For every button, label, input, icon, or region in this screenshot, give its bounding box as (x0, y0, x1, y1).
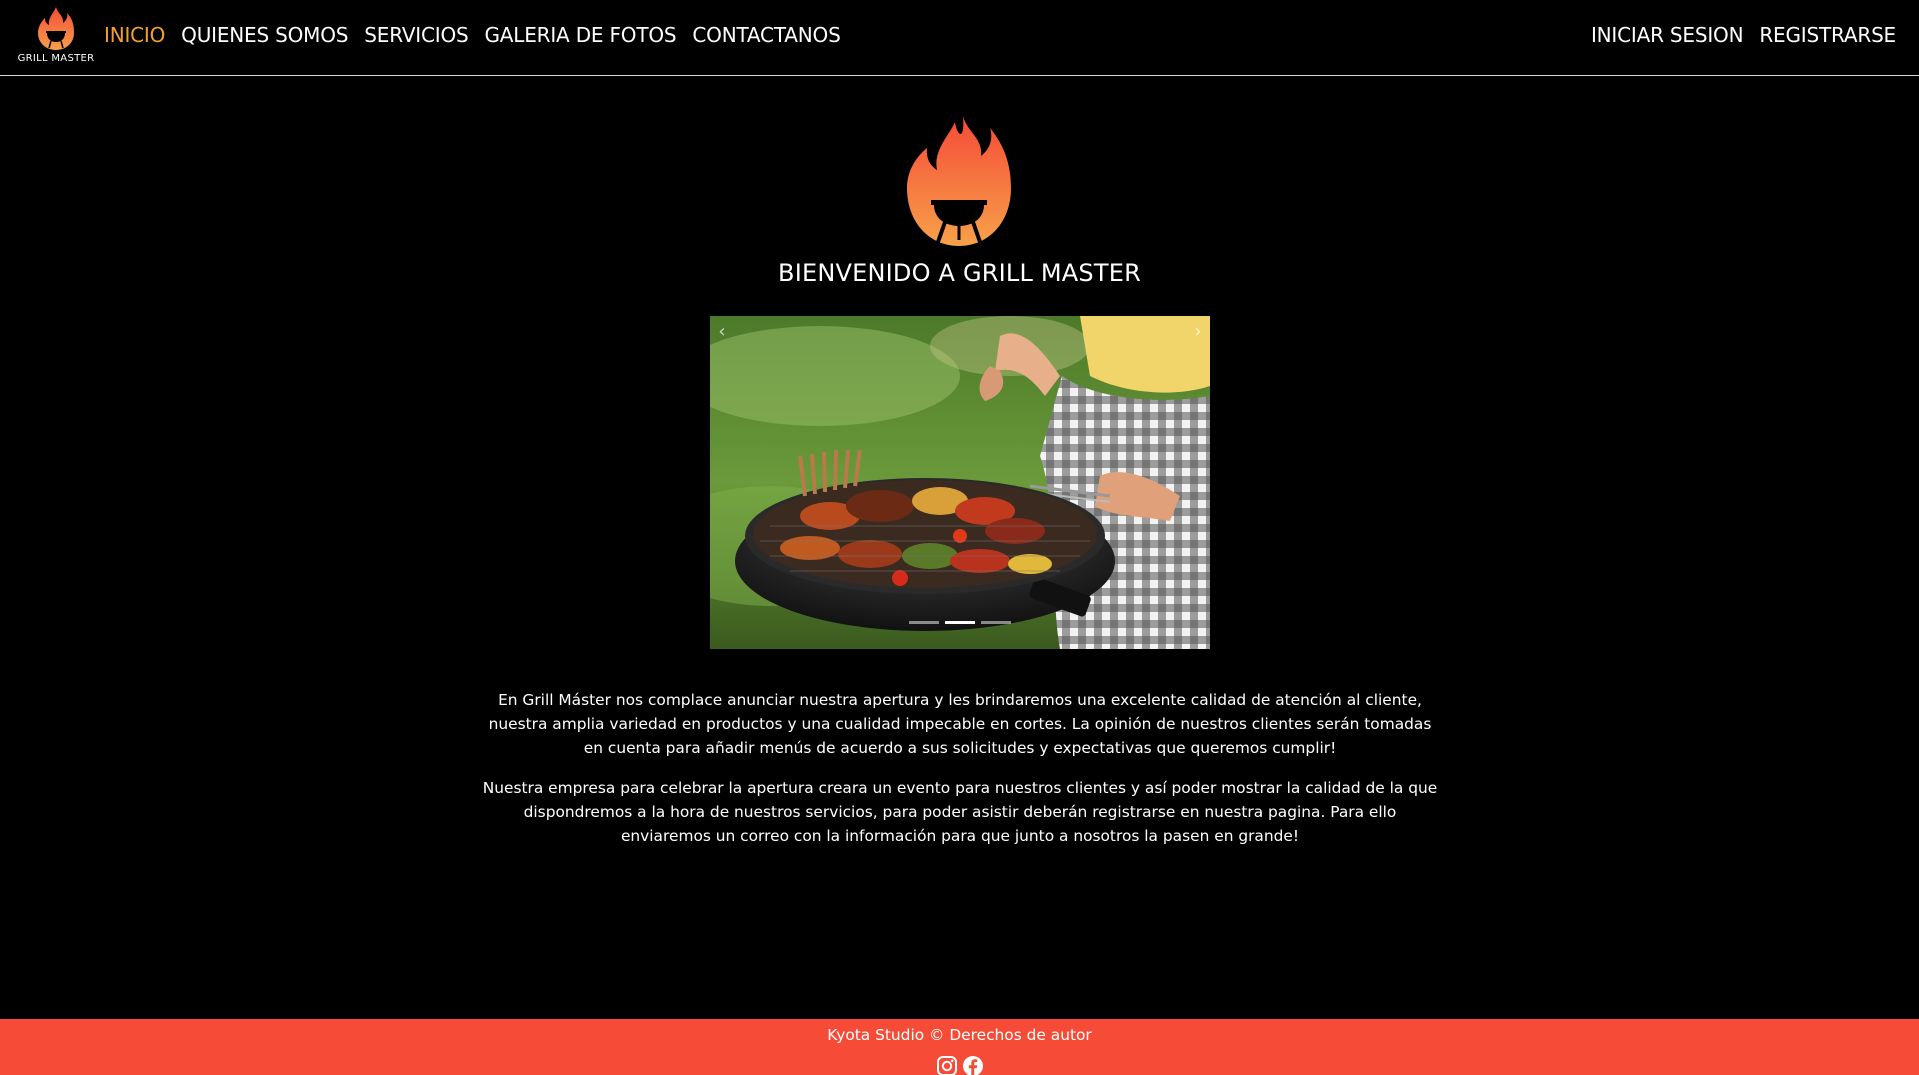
brand-name: GRILL MASTER (17, 53, 95, 64)
carousel-indicator-1[interactable] (909, 621, 939, 624)
intro-paragraph-1: En Grill Máster nos complace anunciar nu… (488, 691, 1432, 757)
navbar: GRILL MASTER INICIO QUIENES SOMOS SERVIC… (0, 0, 1919, 76)
carousel-indicator-2[interactable] (945, 621, 975, 624)
grill-flame-hero-logo (907, 116, 1011, 246)
nav-contactanos[interactable]: CONTACTANOS (692, 23, 840, 47)
bbq-grill-photo (710, 316, 1210, 649)
intro-text: En Grill Máster nos complace anunciar nu… (478, 688, 1442, 864)
nav-quienes-somos[interactable]: QUIENES SOMOS (181, 23, 348, 47)
account-menu: INICIAR SESION REGISTRARSE (1591, 21, 1896, 49)
carousel-indicator-3[interactable] (981, 621, 1011, 624)
page: GRILL MASTER INICIO QUIENES SOMOS SERVIC… (0, 0, 1919, 1075)
nav-inicio[interactable]: INICIO (104, 23, 165, 47)
nav-galeria-de-fotos[interactable]: GALERIA DE FOTOS (485, 23, 677, 47)
brand-logo-link[interactable]: GRILL MASTER (14, 6, 98, 66)
social-links (936, 1055, 984, 1075)
nav-servicios[interactable]: SERVICIOS (364, 23, 468, 47)
page-title: BIENVENIDO A GRILL MASTER (778, 259, 1141, 287)
grill-flame-logo-icon (38, 7, 74, 50)
footer: Kyota Studio © Derechos de autor (0, 1019, 1919, 1075)
carousel-next-chevron-right-icon[interactable]: › (1188, 322, 1208, 342)
instagram-icon[interactable] (936, 1055, 958, 1075)
copyright-text: Kyota Studio © Derechos de autor (827, 1026, 1092, 1044)
register-link[interactable]: REGISTRARSE (1759, 23, 1896, 47)
facebook-icon[interactable] (962, 1055, 984, 1075)
intro-paragraph-2: Nuestra empresa para celebrar la apertur… (482, 779, 1438, 845)
image-carousel[interactable]: ‹ › (710, 316, 1210, 649)
main-menu: INICIO QUIENES SOMOS SERVICIOS GALERIA D… (104, 21, 841, 49)
carousel-indicators (710, 621, 1210, 624)
login-link[interactable]: INICIAR SESION (1591, 23, 1744, 47)
carousel-prev-chevron-left-icon[interactable]: ‹ (712, 322, 732, 342)
